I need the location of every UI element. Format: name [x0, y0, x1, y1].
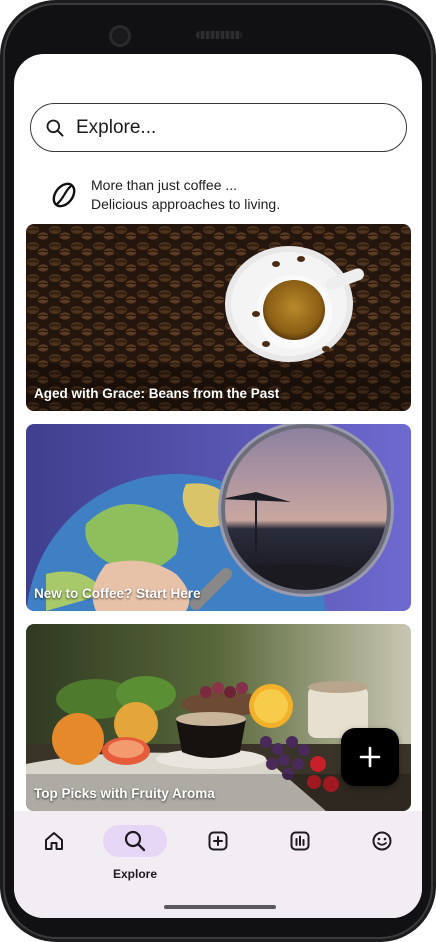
plus-icon [359, 746, 381, 768]
coffee-beans-image [26, 224, 411, 411]
nav-item-explore[interactable]: Explore [103, 823, 167, 883]
card-title: Aged with Grace: Beans from the Past [34, 386, 280, 401]
search-icon [46, 119, 64, 136]
home-icon [45, 832, 63, 850]
front-camera [109, 25, 131, 47]
card-title: New to Coffee? Start Here [34, 586, 201, 601]
tagline-line-1: More than just coffee ... [91, 177, 238, 193]
tagline-line-2: Delicious approaches to living. [91, 196, 281, 212]
tagline: More than just coffee ... Delicious appr… [50, 176, 280, 214]
card-title: Top Picks with Fruity Aroma [34, 786, 215, 801]
coffee-bean-icon [52, 182, 76, 208]
search-input[interactable] [76, 116, 376, 139]
phone-frame: More than just coffee ... Delicious appr… [0, 0, 436, 942]
article-card[interactable]: New to Coffee? Start Here [26, 424, 411, 611]
globe-magnifier-image [26, 424, 411, 611]
search-bar[interactable] [30, 103, 407, 152]
bar-chart-icon [290, 831, 310, 851]
search-icon [124, 830, 146, 852]
add-box-icon [208, 831, 228, 851]
nav-item-stats[interactable] [268, 823, 332, 883]
home-indicator[interactable] [164, 905, 276, 909]
nav-item-add[interactable] [186, 823, 250, 883]
nav-item-home[interactable] [22, 823, 86, 883]
app-screen: More than just coffee ... Delicious appr… [14, 54, 422, 918]
bottom-navigation: Explore [14, 811, 422, 918]
earpiece-speaker [196, 31, 242, 39]
add-button[interactable] [341, 728, 399, 786]
nav-item-profile[interactable] [350, 823, 414, 883]
article-card[interactable]: Aged with Grace: Beans from the Past [26, 224, 411, 411]
smiley-icon [372, 831, 392, 851]
nav-label-explore: Explore [112, 867, 157, 881]
